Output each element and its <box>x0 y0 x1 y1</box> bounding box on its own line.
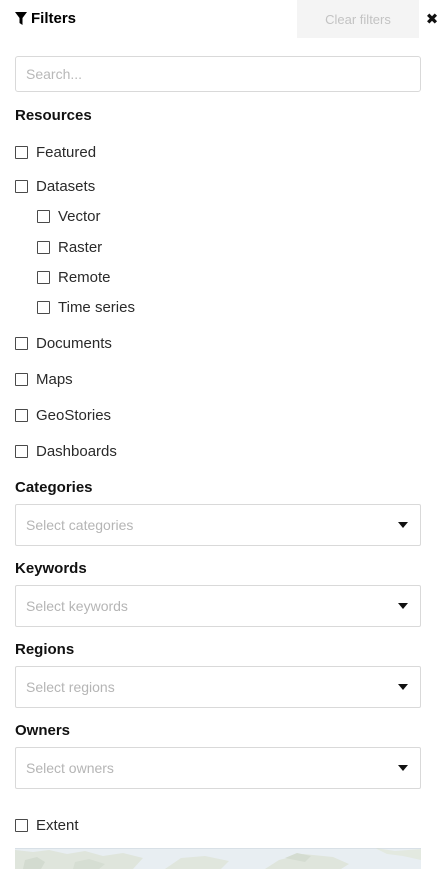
time-series-label: Time series <box>58 298 135 316</box>
filters-header: Filters Clear filters ✖ <box>15 0 437 40</box>
raster-checkbox[interactable] <box>37 240 50 254</box>
filter-featured[interactable]: Featured <box>15 142 96 162</box>
regions-select[interactable]: Select regions <box>15 666 421 708</box>
owners-title: Owners <box>15 722 71 739</box>
filter-geostories[interactable]: GeoStories <box>15 405 111 425</box>
filter-dashboards[interactable]: Dashboards <box>15 441 117 461</box>
datasets-checkbox[interactable] <box>15 179 28 193</box>
filter-remote[interactable]: Remote <box>37 267 111 287</box>
filter-datasets[interactable]: Datasets <box>15 176 95 196</box>
caret-down-icon[interactable] <box>398 684 408 690</box>
maps-label: Maps <box>36 370 73 388</box>
vector-checkbox[interactable] <box>37 209 50 223</box>
geostories-label: GeoStories <box>36 406 112 424</box>
filters-title-text: Filters <box>31 10 77 27</box>
maps-checkbox[interactable] <box>15 372 28 386</box>
extent-label: Extent <box>36 816 79 834</box>
raster-label: Raster <box>58 238 103 256</box>
filter-vector[interactable]: Vector <box>37 206 101 226</box>
filters-title: Filters <box>15 10 76 27</box>
documents-label: Documents <box>36 334 112 352</box>
regions-placeholder: Select regions <box>26 679 115 695</box>
geostories-checkbox[interactable] <box>15 408 28 422</box>
categories-placeholder: Select categories <box>26 517 134 533</box>
filters-panel: Filters Clear filters ✖ Resources Featur… <box>0 0 437 869</box>
resources-title: Resources <box>15 107 92 124</box>
extent-map[interactable] <box>15 848 421 869</box>
caret-down-icon[interactable] <box>398 522 408 528</box>
time-series-checkbox[interactable] <box>37 300 50 314</box>
filter-raster[interactable]: Raster <box>37 237 102 257</box>
datasets-label: Datasets <box>36 177 96 195</box>
dashboards-label: Dashboards <box>36 442 117 460</box>
dashboards-checkbox[interactable] <box>15 444 28 458</box>
caret-down-icon[interactable] <box>398 765 408 771</box>
map-image <box>15 848 421 869</box>
featured-label: Featured <box>36 143 97 161</box>
caret-down-icon[interactable] <box>398 603 408 609</box>
keywords-select[interactable]: Select keywords <box>15 585 421 627</box>
regions-title: Regions <box>15 641 75 658</box>
filter-extent[interactable]: Extent <box>15 815 79 835</box>
keywords-title: Keywords <box>15 560 87 577</box>
filter-time-series[interactable]: Time series <box>37 297 135 317</box>
featured-checkbox[interactable] <box>15 145 28 159</box>
search-input[interactable] <box>15 56 421 92</box>
remote-label: Remote <box>58 268 111 286</box>
clear-filters-button[interactable]: Clear filters <box>297 0 419 38</box>
owners-select[interactable]: Select owners <box>15 747 421 789</box>
filter-icon <box>15 12 27 25</box>
owners-placeholder: Select owners <box>26 760 114 776</box>
vector-label: Vector <box>58 207 101 225</box>
categories-select[interactable]: Select categories <box>15 504 421 546</box>
keywords-placeholder: Select keywords <box>26 598 128 614</box>
extent-checkbox[interactable] <box>15 818 28 832</box>
categories-title: Categories <box>15 479 93 496</box>
filter-maps[interactable]: Maps <box>15 369 73 389</box>
close-icon[interactable]: ✖ <box>425 10 437 28</box>
filter-documents[interactable]: Documents <box>15 333 112 353</box>
remote-checkbox[interactable] <box>37 270 50 284</box>
documents-checkbox[interactable] <box>15 336 28 350</box>
